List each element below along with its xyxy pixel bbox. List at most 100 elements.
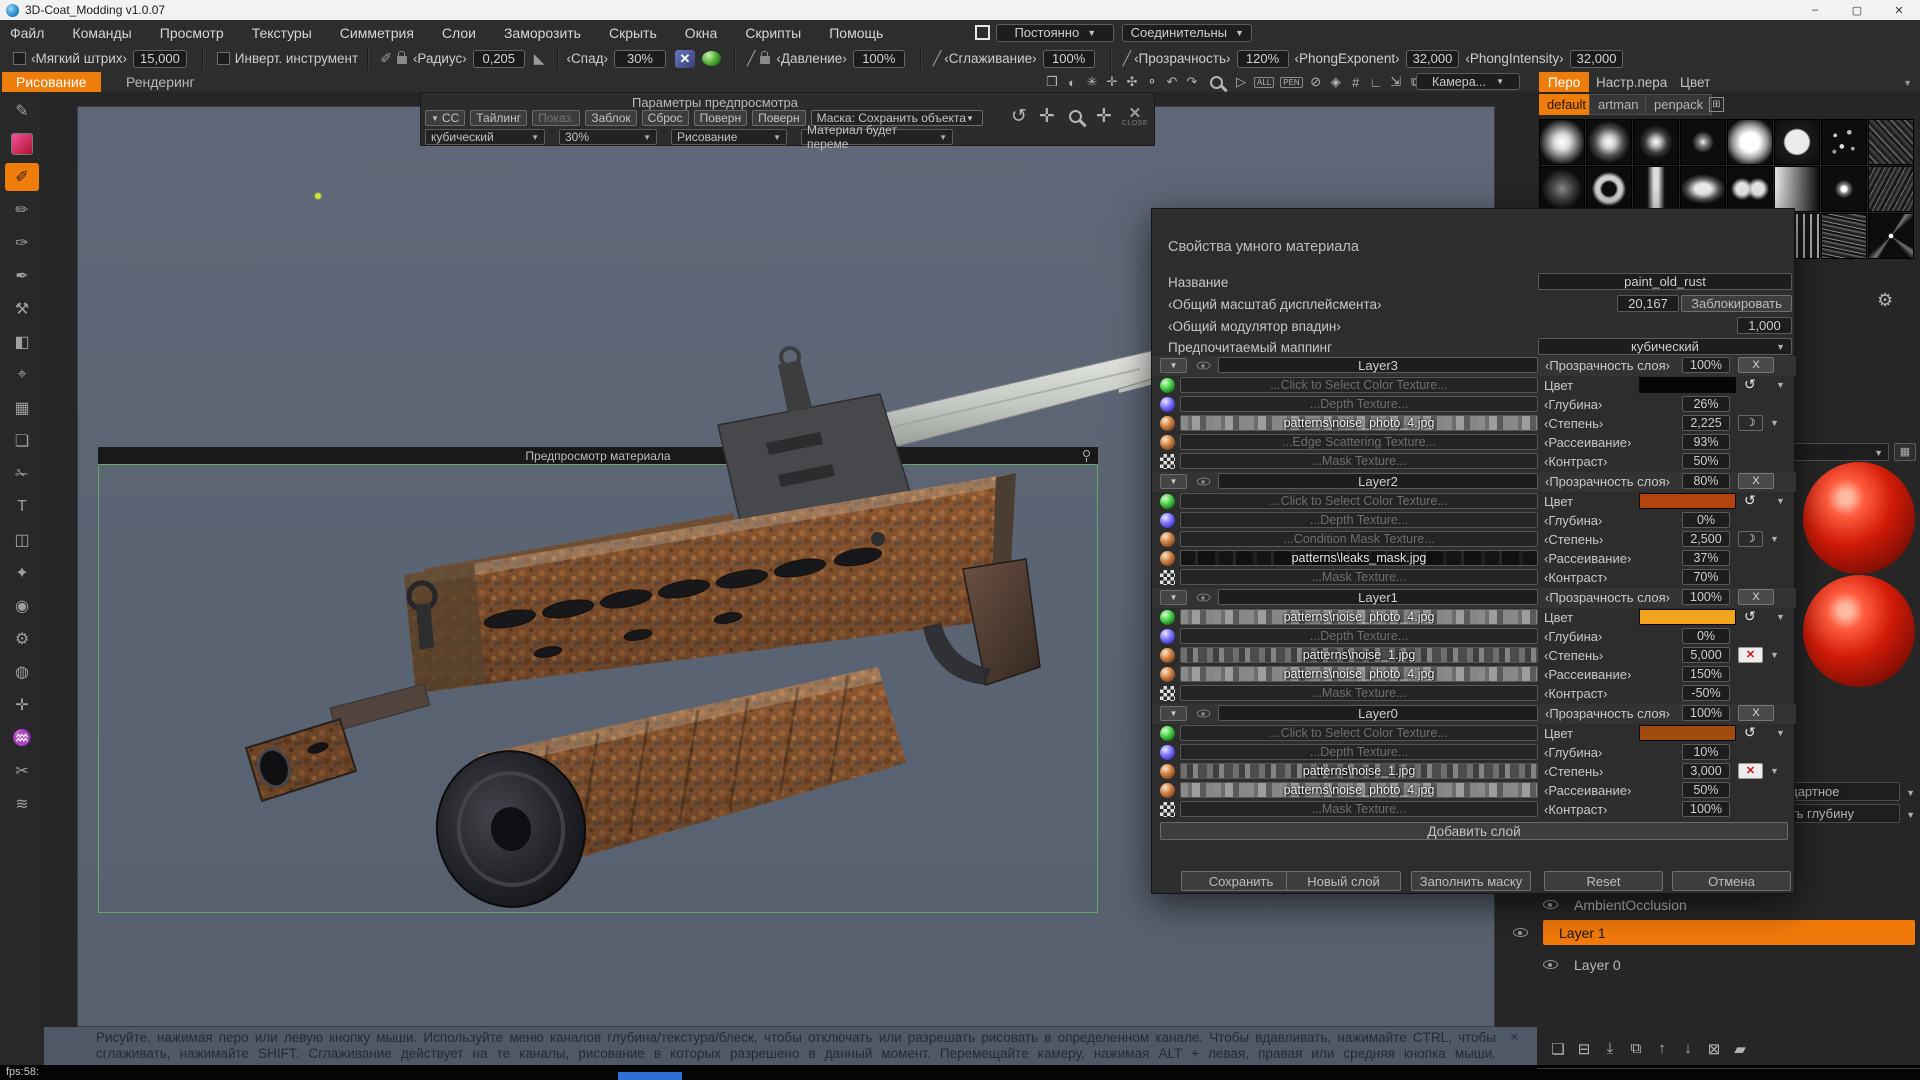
color-swatch[interactable] — [1639, 609, 1736, 625]
pen-thumb-dot-m[interactable] — [1633, 119, 1679, 165]
ink-pen-tool[interactable]: ✑ — [5, 229, 39, 257]
menu-item-Помощь[interactable]: Помощь — [829, 25, 883, 41]
layer-param-value[interactable]: 70% — [1682, 569, 1730, 585]
color-channel-icon[interactable] — [1160, 378, 1175, 393]
color-swatch[interactable] — [5, 130, 39, 158]
new-layer-icon[interactable]: ❏ — [1545, 1040, 1571, 1058]
preview-dropdown-2[interactable]: Рисование ▼ — [671, 129, 787, 145]
collapse-icon[interactable]: ▼ — [1160, 474, 1187, 489]
delete-layer-icon[interactable]: ⊟ — [1571, 1040, 1597, 1058]
drop-icon[interactable]: ⚬ — [1142, 74, 1162, 90]
texture-slot[interactable]: patterns\noise_1.jpg — [1180, 647, 1538, 663]
scattering-channel-icon[interactable] — [1160, 783, 1175, 798]
eye-icon[interactable] — [1543, 960, 1558, 969]
color-channel-icon[interactable] — [1160, 610, 1175, 625]
visibility-tool[interactable]: ◉ — [5, 592, 39, 620]
tab-pen[interactable]: Перо — [1539, 72, 1590, 92]
undo-icon[interactable]: ↺ — [1744, 608, 1756, 625]
delete-layer-button[interactable]: X — [1738, 589, 1774, 605]
soft-stroke-value[interactable]: 15,000 — [133, 49, 187, 68]
minimize-button[interactable]: – — [1794, 0, 1836, 20]
disabled-curve-icon[interactable]: ✕ — [1738, 647, 1763, 663]
mask-channel-icon[interactable] — [1160, 686, 1175, 701]
clear-layer-icon[interactable]: ⊠ — [1701, 1040, 1727, 1058]
axis-icon[interactable]: ∟ — [1366, 75, 1386, 90]
pen-tip-icon[interactable]: ◣ — [534, 50, 545, 67]
cube-icon[interactable]: ◈ — [1326, 74, 1346, 90]
nib-tool[interactable]: ✒ — [5, 262, 39, 290]
lock-displacement-button[interactable]: Заблокировать — [1681, 295, 1792, 312]
flower-icon[interactable]: ✳ — [1082, 74, 1102, 90]
disabled-curve-icon[interactable]: ✕ — [1738, 763, 1763, 779]
layer-list-item-AmbientOcclusion[interactable]: AmbientOcclusion — [1543, 892, 1915, 917]
texture-slot[interactable]: ...Mask Texture... — [1180, 801, 1538, 817]
layer-param-value[interactable]: 10% — [1682, 744, 1730, 760]
eye-icon[interactable] — [1543, 900, 1558, 909]
status-close-icon[interactable]: ✕ — [1510, 1031, 1519, 1044]
move-up-icon[interactable]: ↑ — [1649, 1040, 1675, 1058]
texture-slot[interactable]: ...Mask Texture... — [1180, 569, 1538, 585]
move-icon[interactable]: ✛ — [1039, 105, 1055, 128]
import-layer-icon[interactable]: ⤓ — [1597, 1040, 1623, 1058]
layer-param-value[interactable]: 3,000 — [1682, 763, 1730, 779]
layer-param-value[interactable]: 50% — [1682, 453, 1730, 469]
soft-stroke-checkbox[interactable] — [13, 52, 26, 65]
pan-icon[interactable]: ✛ — [1096, 105, 1112, 128]
rotate-reset-icon[interactable]: ↺ — [1011, 105, 1027, 128]
new-layer-button[interactable]: Новый слой — [1286, 871, 1401, 891]
smoothing-value[interactable]: 100% — [1042, 49, 1095, 68]
copy-tool[interactable]: ❏ — [5, 427, 39, 455]
chevron-down-icon[interactable]: ▼ — [1776, 728, 1785, 738]
pen-thumb-dot-s[interactable] — [1680, 119, 1726, 165]
texture-slot[interactable]: ...Click to Select Color Texture... — [1180, 493, 1538, 509]
select-pen-button[interactable]: PEN — [1280, 76, 1303, 88]
collapse-icon[interactable]: ▼ — [1160, 590, 1187, 605]
condition-channel-icon[interactable] — [1160, 416, 1175, 431]
layer-param-value[interactable]: 100% — [1682, 801, 1730, 817]
preview-dropdown-0[interactable]: кубический ▼ — [425, 129, 545, 145]
preview-dropdown-1[interactable]: 30% ▼ — [559, 129, 657, 145]
pen-thumb-dot-hard[interactable] — [1774, 119, 1820, 165]
ban-icon[interactable]: ⊘ — [1306, 74, 1326, 90]
paint-brush-tool[interactable]: ✐ — [5, 163, 39, 191]
eye-icon[interactable] — [1196, 477, 1211, 486]
wave-tool[interactable]: ♒ — [5, 724, 39, 752]
camera-dropdown[interactable]: Камера... ▼ — [1416, 73, 1520, 90]
pressure-lock-icon[interactable] — [760, 51, 771, 64]
pen-thumb-ring[interactable] — [1586, 166, 1632, 212]
texture-x-ic[interactable]: ✕ — [674, 49, 695, 68]
radius-lock-icon[interactable] — [396, 51, 407, 64]
layer-name-field[interactable]: Layer2 — [1218, 473, 1538, 489]
layer-opacity-value[interactable]: 80% — [1682, 473, 1730, 489]
layer-name-field[interactable]: Layer1 — [1218, 589, 1538, 605]
grid-icon[interactable]: # — [1346, 75, 1366, 90]
preview-param-button-Показ.[interactable]: Показ. — [532, 110, 581, 126]
mask-channel-icon[interactable] — [1160, 454, 1175, 469]
texture-slot[interactable]: patterns\leaks_mask.jpg — [1180, 550, 1538, 566]
gear-tool[interactable]: ⚙ — [5, 625, 39, 653]
cancel-button[interactable]: Отмена — [1672, 871, 1791, 891]
smart-material-thumb-1[interactable] — [1803, 462, 1915, 574]
opacity-value[interactable]: 120% — [1236, 49, 1289, 68]
falloff-value[interactable]: 30% — [613, 49, 666, 68]
eye-icon[interactable] — [1513, 928, 1528, 937]
layer-param-value[interactable]: 2,500 — [1682, 531, 1730, 547]
layer-param-value[interactable]: 93% — [1682, 434, 1730, 450]
layer-param-value[interactable]: 0% — [1682, 628, 1730, 644]
color-swatch[interactable] — [1639, 377, 1736, 393]
close-button[interactable]: ✕ — [1878, 0, 1920, 20]
texture-slot[interactable]: ...Click to Select Color Texture... — [1180, 377, 1538, 393]
texture-slot[interactable]: ...Click to Select Color Texture... — [1180, 725, 1538, 741]
radius-value[interactable]: 0,205 — [472, 49, 525, 68]
menu-item-Скрыть[interactable]: Скрыть — [609, 25, 657, 41]
preview-param-button-Поверн[interactable]: Поверн — [693, 110, 748, 126]
sparkle-tool[interactable]: ✦ — [5, 559, 39, 587]
scattering-channel-icon[interactable] — [1160, 435, 1175, 450]
layer-param-value[interactable]: 50% — [1682, 782, 1730, 798]
menu-item-Окна[interactable]: Окна — [685, 25, 718, 41]
chevron-down-icon[interactable]: ▼ — [1770, 418, 1779, 428]
texture-slot[interactable]: ...Mask Texture... — [1180, 685, 1538, 701]
cavity-value[interactable]: 1,000 — [1737, 317, 1792, 334]
picker-tool[interactable]: ⌖ — [5, 361, 39, 389]
menu-item-Текстуры[interactable]: Текстуры — [252, 25, 312, 41]
